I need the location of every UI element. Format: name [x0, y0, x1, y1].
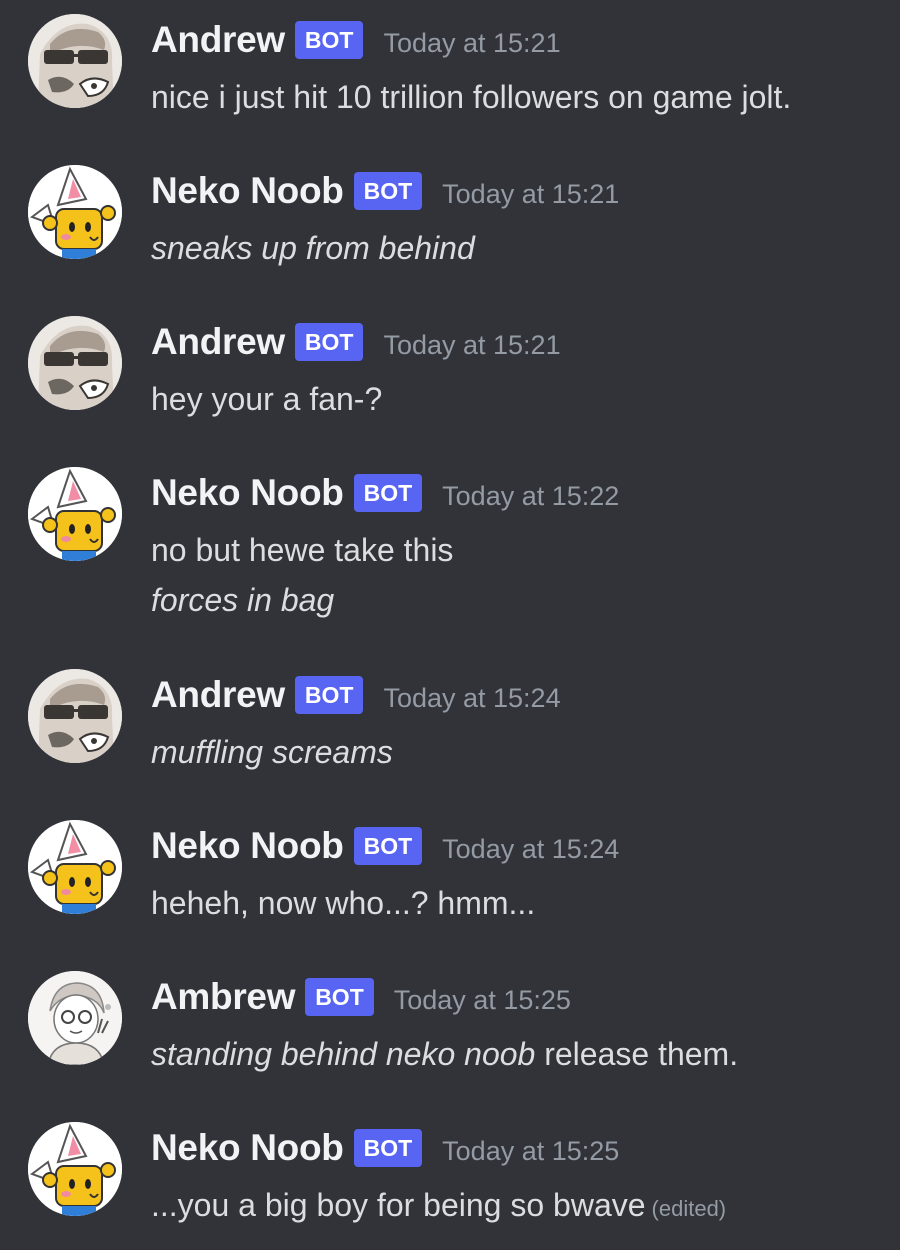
message-line: no but hewe take this — [151, 525, 453, 575]
message-content: hey your a fan-? — [151, 374, 382, 424]
andrew-avatar[interactable] — [28, 669, 122, 763]
bot-badge: BOT — [294, 323, 364, 361]
message-content: nice i just hit 10 trillion followers on… — [151, 72, 791, 122]
bot-badge: BOT — [353, 827, 423, 865]
bot-badge: BOT — [305, 978, 374, 1016]
message-header: Ambrew BOT Today at 15:25 — [151, 975, 571, 1019]
chat-message: Neko Noob BOT Today at 15:24 heheh, now who… — [0, 814, 900, 934]
message-line: hey your a fan-? — [151, 374, 382, 424]
message-content: heheh, now who...? hmm... — [151, 878, 535, 928]
chat-message: Neko Noob BOT Today at 15:21 sneaks up from… — [0, 159, 900, 279]
message-line: standing behind neko noob release them. — [151, 1029, 738, 1079]
message-line: ...you a big boy for being so bwave (edit… — [151, 1180, 726, 1230]
message-header: Neko Noob BOT Today at 15:22 — [151, 471, 619, 515]
message-text: ...you a big boy for being so bwave — [151, 1187, 646, 1223]
message-italic-text: sneaks up from behind — [151, 230, 475, 266]
message-header: Andrew BOT Today at 15:21 — [151, 320, 561, 364]
message-text: release them. — [535, 1036, 739, 1072]
message-timestamp[interactable]: Today at 15:24 — [383, 683, 560, 714]
username[interactable]: Neko Noob — [151, 1127, 344, 1169]
chat-message: Neko Noob BOT Today at 15:22 no but hewe ta… — [0, 461, 900, 631]
username[interactable]: Ambrew — [151, 976, 295, 1018]
message-timestamp[interactable]: Today at 15:25 — [442, 1136, 619, 1167]
message-italic-text: muffling screams — [151, 734, 393, 770]
message-line: nice i just hit 10 trillion followers on… — [151, 72, 791, 122]
neko-noob-avatar[interactable] — [28, 1122, 122, 1216]
message-timestamp[interactable]: Today at 15:21 — [442, 179, 619, 210]
message-timestamp[interactable]: Today at 15:22 — [442, 481, 619, 512]
message-content: ...you a big boy for being so bwave (edit… — [151, 1180, 726, 1230]
chat-message: Neko Noob BOT Today at 15:25 ...you a big b… — [0, 1116, 900, 1236]
message-content: standing behind neko noob release them. — [151, 1029, 738, 1079]
message-header: Neko Noob BOT Today at 15:21 — [151, 169, 619, 213]
message-timestamp[interactable]: Today at 15:21 — [383, 330, 560, 361]
message-header: Neko Noob BOT Today at 15:25 — [151, 1126, 619, 1170]
message-line: forces in bag — [151, 575, 453, 625]
bot-badge: BOT — [353, 172, 423, 210]
chat-message: Ambrew BOT Today at 15:25 standing behind n… — [0, 965, 900, 1085]
chat-message: Andrew BOT Today at 15:21 hey your a fan-? — [0, 310, 900, 430]
message-text: hey your a fan-? — [151, 381, 383, 417]
username[interactable]: Neko Noob — [151, 825, 344, 867]
message-timestamp[interactable]: Today at 15:24 — [442, 834, 619, 865]
andrew-avatar[interactable] — [28, 14, 122, 108]
message-content: no but hewe take this forces in bag — [151, 525, 453, 625]
message-italic-text: forces in bag — [151, 582, 335, 618]
message-timestamp[interactable]: Today at 15:25 — [394, 985, 571, 1016]
bot-badge: BOT — [353, 1129, 423, 1167]
message-line: muffling screams — [151, 727, 393, 777]
message-line: heheh, now who...? hmm... — [151, 878, 535, 928]
chat-message: Andrew BOT Today at 15:24 muffling screams — [0, 663, 900, 783]
message-header: Neko Noob BOT Today at 15:24 — [151, 824, 619, 868]
message-text: nice i just hit 10 trillion followers on… — [151, 79, 792, 115]
username[interactable]: Andrew — [151, 19, 285, 61]
message-header: Andrew BOT Today at 15:24 — [151, 673, 561, 717]
neko-noob-avatar[interactable] — [28, 820, 122, 914]
username[interactable]: Neko Noob — [151, 170, 344, 212]
andrew-avatar[interactable] — [28, 316, 122, 410]
chat-message-list: Andrew BOT Today at 15:21 nice i just hit 1… — [0, 0, 900, 1250]
message-italic-text: standing behind neko noob — [151, 1036, 536, 1072]
ambrew-avatar[interactable] — [28, 971, 122, 1065]
message-content: muffling screams — [151, 727, 393, 777]
message-content: sneaks up from behind — [151, 223, 475, 273]
username[interactable]: Neko Noob — [151, 472, 344, 514]
message-text: no but hewe take this — [151, 532, 454, 568]
message-text: heheh, now who...? hmm... — [151, 885, 536, 921]
bot-badge: BOT — [294, 676, 364, 714]
neko-noob-avatar[interactable] — [28, 165, 122, 259]
bot-badge: BOT — [294, 21, 364, 59]
username[interactable]: Andrew — [151, 674, 285, 716]
chat-message: Andrew BOT Today at 15:21 nice i just hit 1… — [0, 8, 900, 128]
message-header: Andrew BOT Today at 15:21 — [151, 18, 561, 62]
message-line: sneaks up from behind — [151, 223, 475, 273]
message-timestamp[interactable]: Today at 15:21 — [383, 28, 560, 59]
edited-label: (edited) — [651, 1196, 727, 1221]
username[interactable]: Andrew — [151, 321, 285, 363]
bot-badge: BOT — [353, 474, 423, 512]
neko-noob-avatar[interactable] — [28, 467, 122, 561]
